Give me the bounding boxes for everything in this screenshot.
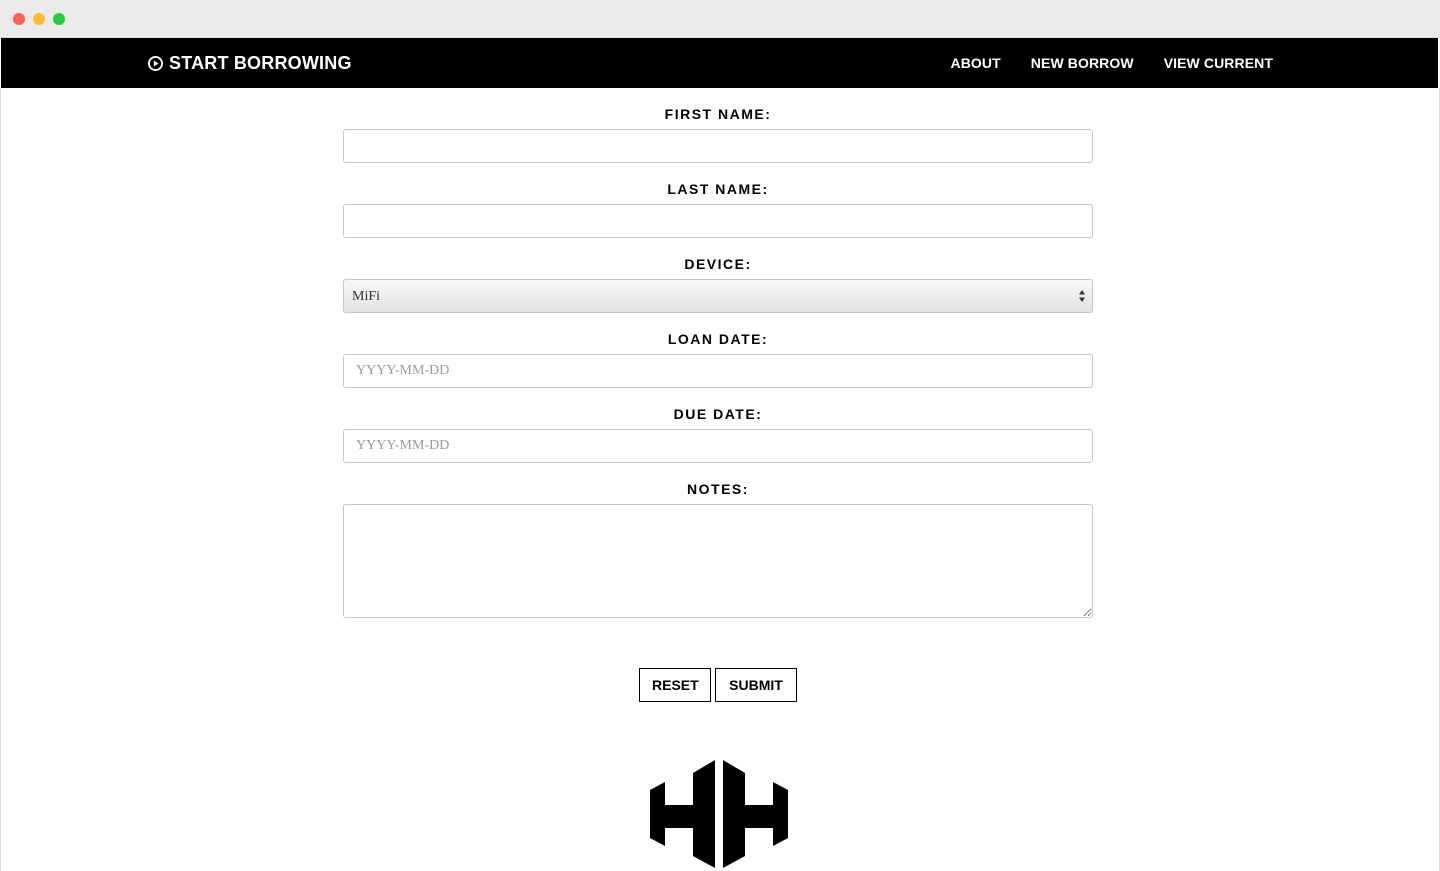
nav-link-new-borrow[interactable]: NEW BORROW bbox=[1031, 55, 1134, 71]
maximize-window-button[interactable] bbox=[53, 13, 65, 25]
first-name-field-group: FIRST NAME: bbox=[343, 88, 1093, 163]
first-name-input[interactable] bbox=[343, 129, 1093, 163]
close-window-button[interactable] bbox=[13, 13, 25, 25]
nav-link-view-current[interactable]: VIEW CURRENT bbox=[1164, 55, 1273, 71]
form-buttons: RESET SUBMIT bbox=[639, 668, 797, 702]
notes-label: NOTES: bbox=[687, 481, 749, 497]
borrow-form: FIRST NAME: LAST NAME: DEVICE: MiFi LOAN… bbox=[343, 88, 1093, 618]
due-date-field-group: DUE DATE: bbox=[343, 388, 1093, 463]
device-field-group: DEVICE: MiFi bbox=[343, 238, 1093, 313]
last-name-label: LAST NAME: bbox=[667, 181, 769, 197]
first-name-label: FIRST NAME: bbox=[664, 106, 772, 122]
hh-logo-icon bbox=[650, 760, 788, 868]
browser-window-chrome bbox=[0, 0, 1440, 38]
loan-date-label: LOAN DATE: bbox=[667, 331, 769, 347]
notes-textarea[interactable] bbox=[343, 504, 1093, 618]
device-select-wrapper: MiFi bbox=[343, 279, 1093, 313]
nav-link-about[interactable]: ABOUT bbox=[951, 55, 1001, 71]
last-name-field-group: LAST NAME: bbox=[343, 163, 1093, 238]
brand-label: START BORROWING bbox=[169, 52, 352, 73]
top-navbar: START BORROWING ABOUT NEW BORROW VIEW CU… bbox=[1, 38, 1438, 88]
brand-link[interactable]: START BORROWING bbox=[148, 38, 352, 88]
minimize-window-button[interactable] bbox=[33, 13, 45, 25]
nav-links: ABOUT NEW BORROW VIEW CURRENT bbox=[921, 38, 1273, 88]
last-name-input[interactable] bbox=[343, 204, 1093, 238]
notes-field-group: NOTES: bbox=[343, 463, 1093, 618]
play-circle-icon bbox=[148, 55, 163, 71]
due-date-label: DUE DATE: bbox=[673, 406, 763, 422]
submit-button[interactable]: SUBMIT bbox=[715, 668, 797, 702]
loan-date-input[interactable] bbox=[343, 354, 1093, 388]
reset-button[interactable]: RESET bbox=[639, 668, 711, 702]
loan-date-field-group: LOAN DATE: bbox=[343, 313, 1093, 388]
due-date-input[interactable] bbox=[343, 429, 1093, 463]
device-label: DEVICE: bbox=[684, 256, 752, 272]
device-select[interactable]: MiFi bbox=[343, 279, 1093, 313]
